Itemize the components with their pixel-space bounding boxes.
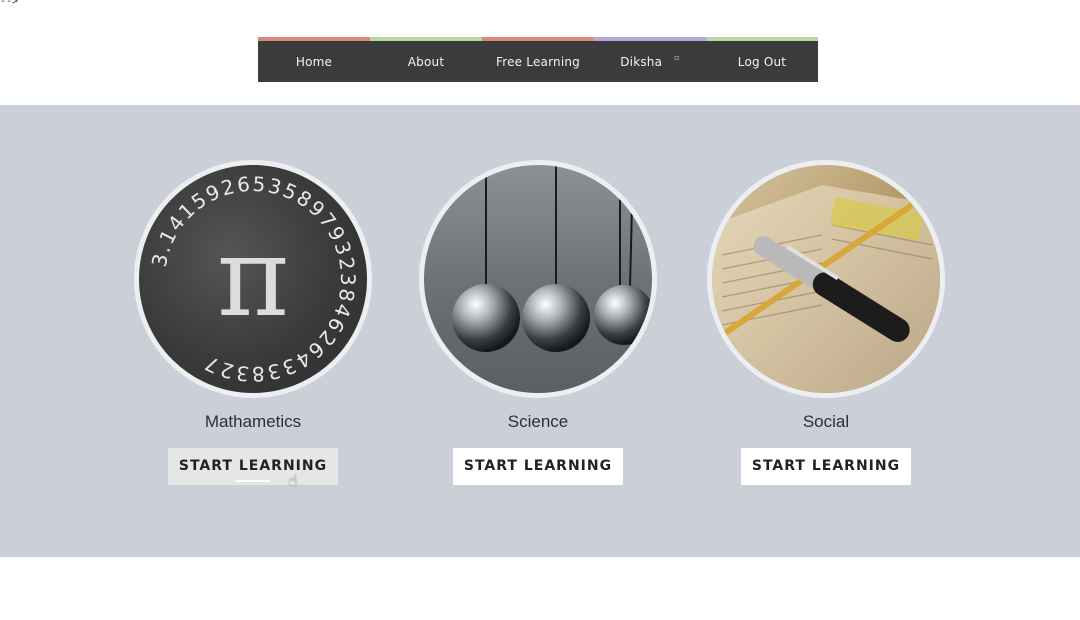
science-start-button[interactable]: START LEARNING — [453, 448, 623, 485]
math-start-button[interactable]: START LEARNING ☝ — [168, 448, 338, 490]
nav-log-out[interactable]: Log Out — [706, 37, 818, 82]
nav-about-label: About — [407, 54, 445, 69]
science-start-label: START LEARNING — [463, 458, 613, 474]
social-image[interactable] — [707, 160, 945, 398]
nav-free-learning-label: Free Learning — [496, 54, 580, 69]
nav-about[interactable]: About — [370, 37, 482, 82]
main-nav: Home About Free Learning Diksha ▫ Log Out — [258, 37, 818, 82]
stray-comment-text: --> — [0, 0, 19, 7]
nav-diksha-label: Diksha — [620, 54, 663, 69]
subject-card-social: Social START LEARNING — [706, 160, 946, 485]
subject-card-science: Science START LEARNING — [418, 160, 658, 485]
math-start-label: START LEARNING — [178, 458, 328, 474]
pi-chalkboard-icon: 3.14159265358979323846264338327 π — [147, 172, 358, 386]
subject-card-math: 3.14159265358979323846264338327 π Matham… — [133, 160, 373, 490]
social-start-label: START LEARNING — [751, 458, 901, 474]
social-title: Social — [802, 412, 850, 431]
nav-home-label: Home — [295, 54, 333, 69]
nav-home[interactable]: Home — [258, 37, 370, 82]
math-title: Mathametics — [204, 412, 302, 431]
pi-symbol: π — [217, 213, 289, 341]
hand-cursor-icon: ☝ — [288, 471, 299, 490]
science-title: Science — [507, 412, 569, 431]
book-pen-icon — [712, 185, 940, 393]
subjects-section: 3.14159265358979323846264338327 π Matham… — [0, 105, 1080, 557]
nav-diksha[interactable]: Diksha ▫ — [594, 37, 706, 82]
math-image[interactable]: 3.14159265358979323846264338327 π — [134, 160, 372, 398]
dropdown-icon: ▫ — [674, 53, 680, 62]
social-start-button[interactable]: START LEARNING — [741, 448, 911, 485]
newtons-cradle-icon — [452, 165, 652, 352]
nav-free-learning[interactable]: Free Learning — [482, 37, 594, 82]
nav-log-out-label: Log Out — [737, 54, 787, 69]
hover-underline — [236, 480, 270, 482]
science-image[interactable] — [419, 160, 657, 398]
